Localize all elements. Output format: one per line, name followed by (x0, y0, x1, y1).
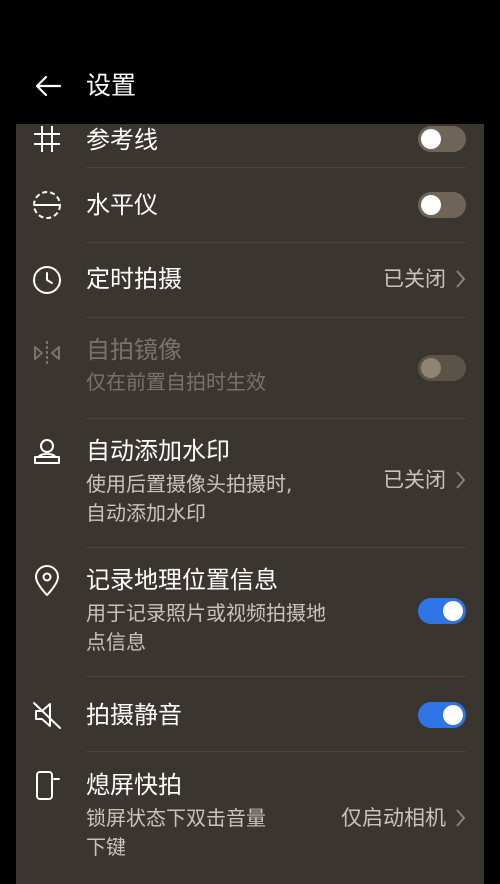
mute-toggle[interactable] (418, 702, 466, 728)
setting-subtitle-line2: 点信息 (86, 630, 146, 654)
setting-subtitle-line1: 锁屏状态下双击音量 (86, 806, 266, 830)
location-toggle[interactable] (418, 598, 466, 624)
setting-subtitle-line1: 用于记录照片或视频拍摄地 (86, 601, 326, 625)
phone-volume-icon (30, 768, 64, 802)
chevron-right-icon (456, 270, 466, 288)
setting-label: 自动添加水印 (86, 437, 230, 465)
setting-watermark[interactable]: 自动添加水印 使用后置摄像头拍摄时, 自动添加水印 已关闭 (16, 419, 484, 547)
setting-subtitle: 仅在前置自拍时生效 (86, 370, 266, 394)
page-title: 设置 (86, 71, 137, 100)
arrow-left-icon (35, 75, 62, 97)
chevron-right-icon (456, 471, 466, 489)
app-header: 设置 (0, 0, 500, 124)
grid-icon (30, 124, 64, 156)
setting-snapshot[interactable]: 熄屏快拍 锁屏状态下双击音量 下键 仅启动相机 (16, 752, 484, 882)
chevron-right-icon (456, 809, 466, 827)
setting-location[interactable]: 记录地理位置信息 用于记录照片或视频拍摄地 点信息 (16, 548, 484, 676)
setting-mirror[interactable]: 自拍镜像 仅在前置自拍时生效 (16, 318, 484, 418)
setting-label: 自拍镜像 (86, 336, 182, 364)
settings-list: 参考线 水平仪 定时拍摄 已关闭 自拍镜像 仅在前置自拍时生效 自动添加水印 使… (16, 124, 484, 884)
setting-grid[interactable]: 参考线 (16, 124, 484, 168)
speaker-off-icon (30, 698, 64, 732)
setting-subtitle-line2: 自动添加水印 (86, 501, 206, 525)
setting-label: 记录地理位置信息 (86, 566, 278, 594)
setting-value: 已关闭 (383, 267, 446, 291)
person-stamp-icon (30, 435, 64, 469)
setting-value: 仅启动相机 (341, 806, 446, 830)
setting-label: 定时拍摄 (86, 265, 182, 293)
timer-icon (30, 262, 64, 296)
setting-label: 熄屏快拍 (86, 771, 182, 799)
setting-timer[interactable]: 定时拍摄 已关闭 (16, 243, 484, 317)
grid-toggle[interactable] (418, 126, 466, 152)
setting-label: 水平仪 (86, 191, 158, 219)
back-button[interactable] (32, 70, 64, 102)
setting-label: 参考线 (86, 126, 158, 154)
mirror-icon (30, 336, 64, 370)
location-pin-icon (30, 564, 64, 598)
level-icon (30, 188, 64, 222)
setting-subtitle-line1: 使用后置摄像头拍摄时, (86, 472, 293, 496)
setting-mute[interactable]: 拍摄静音 (16, 677, 484, 751)
mirror-toggle[interactable] (418, 355, 466, 381)
level-toggle[interactable] (418, 192, 466, 218)
setting-level[interactable]: 水平仪 (16, 168, 484, 242)
setting-value: 已关闭 (383, 468, 446, 492)
setting-label: 拍摄静音 (86, 701, 182, 729)
setting-subtitle-line2: 下键 (86, 835, 126, 859)
